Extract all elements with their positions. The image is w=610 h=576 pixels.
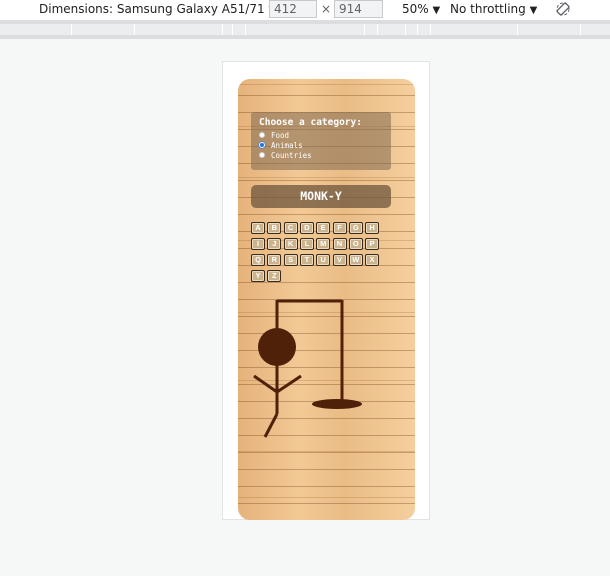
chevron-down-icon: ▼ bbox=[529, 5, 538, 16]
device-viewport: Choose a category: Food Animals Countrie… bbox=[222, 61, 430, 520]
game-board: Choose a category: Food Animals Countrie… bbox=[238, 79, 415, 520]
gallows-base bbox=[312, 399, 362, 409]
rotate-icon[interactable] bbox=[556, 2, 570, 16]
ruler-tick bbox=[377, 24, 378, 35]
hangman-drawing bbox=[253, 299, 362, 438]
ruler-tick bbox=[580, 24, 581, 35]
times-sign: × bbox=[321, 2, 332, 16]
height-input[interactable]: 914 bbox=[334, 0, 383, 18]
hangman-left-arm bbox=[253, 374, 278, 394]
zoom-label: 50% bbox=[402, 2, 429, 16]
device-toolbar: Dimensions: Samsung Galaxy A51/71 ▼ 412 … bbox=[0, 0, 610, 20]
hangman-left-leg bbox=[263, 413, 279, 438]
zoom-select[interactable]: 50% ▼ bbox=[402, 2, 440, 16]
ruler-tick bbox=[517, 24, 518, 35]
ruler-tick bbox=[405, 24, 406, 35]
hangman-head bbox=[258, 328, 296, 366]
hangman-right-arm bbox=[276, 374, 302, 394]
throttling-label: No throttling bbox=[450, 2, 526, 16]
ruler-tick bbox=[71, 24, 72, 35]
ruler-tick bbox=[134, 24, 135, 35]
device-label: Dimensions: Samsung Galaxy A51/71 bbox=[39, 2, 265, 16]
ruler-tick bbox=[364, 24, 365, 35]
ruler-tick bbox=[245, 24, 246, 35]
ruler-segment[interactable] bbox=[0, 24, 610, 35]
chevron-down-icon: ▼ bbox=[432, 5, 441, 16]
throttling-select[interactable]: No throttling ▼ bbox=[450, 2, 537, 16]
device-select[interactable]: Dimensions: Samsung Galaxy A51/71 ▼ bbox=[39, 2, 276, 16]
width-input[interactable]: 412 bbox=[269, 0, 317, 18]
ruler-tick bbox=[417, 24, 418, 35]
ruler-tick bbox=[222, 24, 223, 35]
media-query-bar bbox=[0, 20, 610, 39]
ruler-tick bbox=[430, 24, 431, 35]
ruler-tick bbox=[232, 24, 233, 35]
